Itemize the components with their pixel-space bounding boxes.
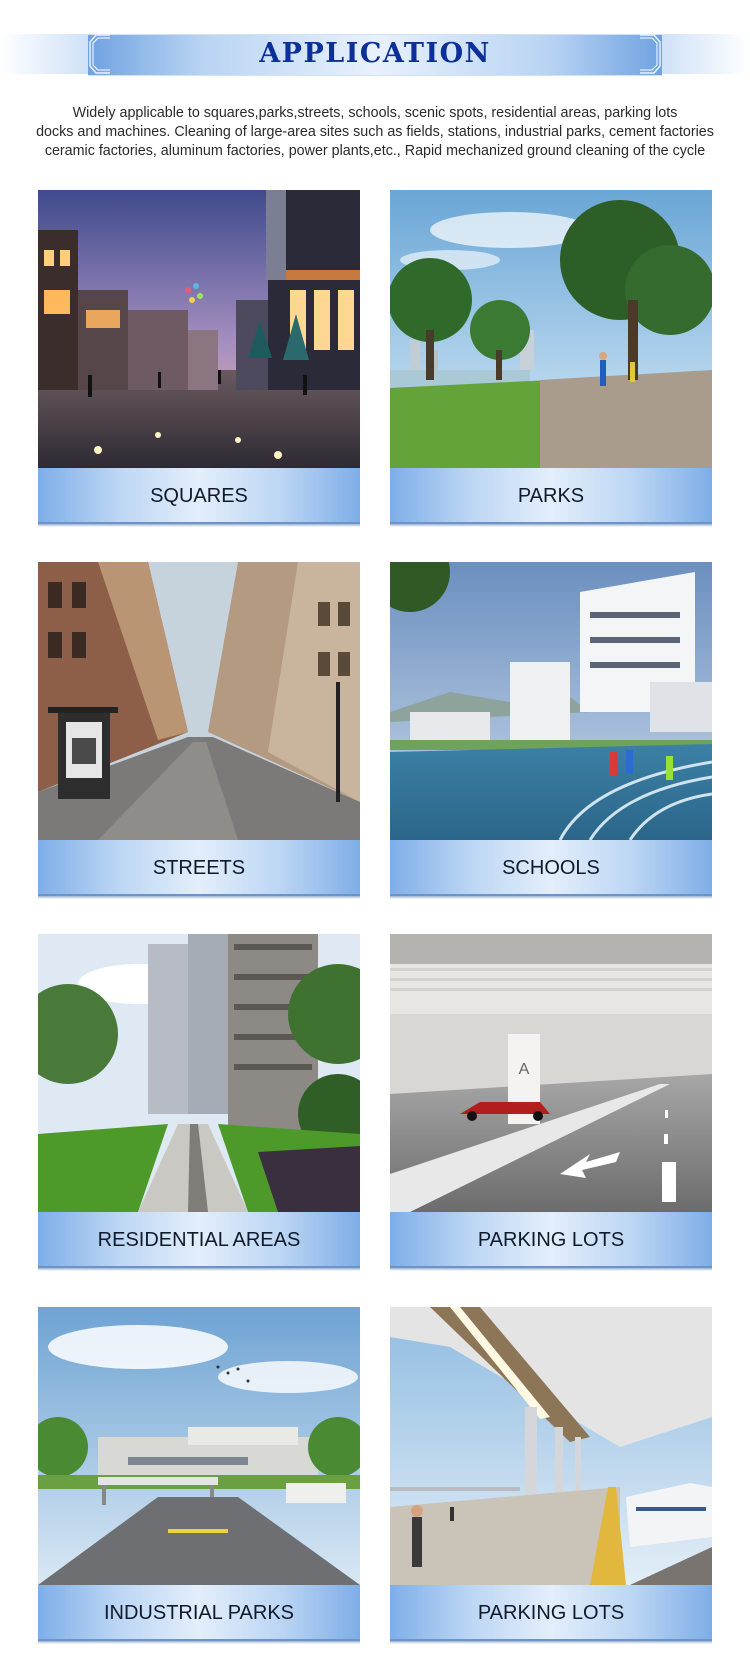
- svg-text:A: A: [519, 1061, 530, 1078]
- parks-photo: [390, 190, 712, 468]
- application-card-parks: PARKS: [390, 190, 712, 527]
- streets-photo: [38, 562, 360, 840]
- residential-areas-photo: [38, 934, 360, 1212]
- parking-lots-2-label: PARKING LOTS: [390, 1585, 712, 1641]
- schools-label: SCHOOLS: [390, 840, 712, 896]
- application-card-industrial-parks: INDUSTRIAL PARKS: [38, 1307, 360, 1644]
- industrial-parks-label: INDUSTRIAL PARKS: [38, 1585, 360, 1641]
- application-card-streets: STREETS: [38, 562, 360, 899]
- card-shadow: [38, 1641, 360, 1644]
- card-shadow: [38, 1268, 360, 1271]
- parking-lots-label: PARKING LOTS: [390, 1212, 712, 1268]
- description: Widely applicable to squares,parks,stree…: [20, 104, 730, 161]
- description-line: Widely applicable to squares,parks,stree…: [72, 105, 678, 121]
- application-card-residential-areas: RESIDENTIAL AREAS: [38, 934, 360, 1271]
- parking-lots-2-photo: [390, 1307, 712, 1585]
- squares-photo: [38, 190, 360, 468]
- card-shadow: [38, 524, 360, 527]
- residential-areas-label: RESIDENTIAL AREAS: [38, 1212, 360, 1268]
- application-card-squares: SQUARES: [38, 190, 360, 527]
- description-line: docks and machines. Cleaning of large-ar…: [36, 124, 714, 140]
- parking-lots-photo: A: [390, 934, 712, 1212]
- squares-label: SQUARES: [38, 468, 360, 524]
- description-line: ceramic factories, aluminum factories, p…: [44, 143, 706, 159]
- application-card-parking-lots-2: PARKING LOTS: [390, 1307, 712, 1644]
- card-shadow: [390, 1641, 712, 1644]
- industrial-parks-photo: [38, 1307, 360, 1585]
- schools-photo: [390, 562, 712, 840]
- card-shadow: [390, 524, 712, 527]
- application-card-parking-lots: A PARKING LOTS: [390, 934, 712, 1271]
- streets-label: STREETS: [38, 840, 360, 896]
- card-shadow: [390, 1268, 712, 1271]
- page-title: APPLICATION: [259, 38, 491, 69]
- application-card-schools: SCHOOLS: [390, 562, 712, 899]
- card-shadow: [38, 896, 360, 899]
- card-shadow: [390, 896, 712, 899]
- parks-label: PARKS: [390, 468, 712, 524]
